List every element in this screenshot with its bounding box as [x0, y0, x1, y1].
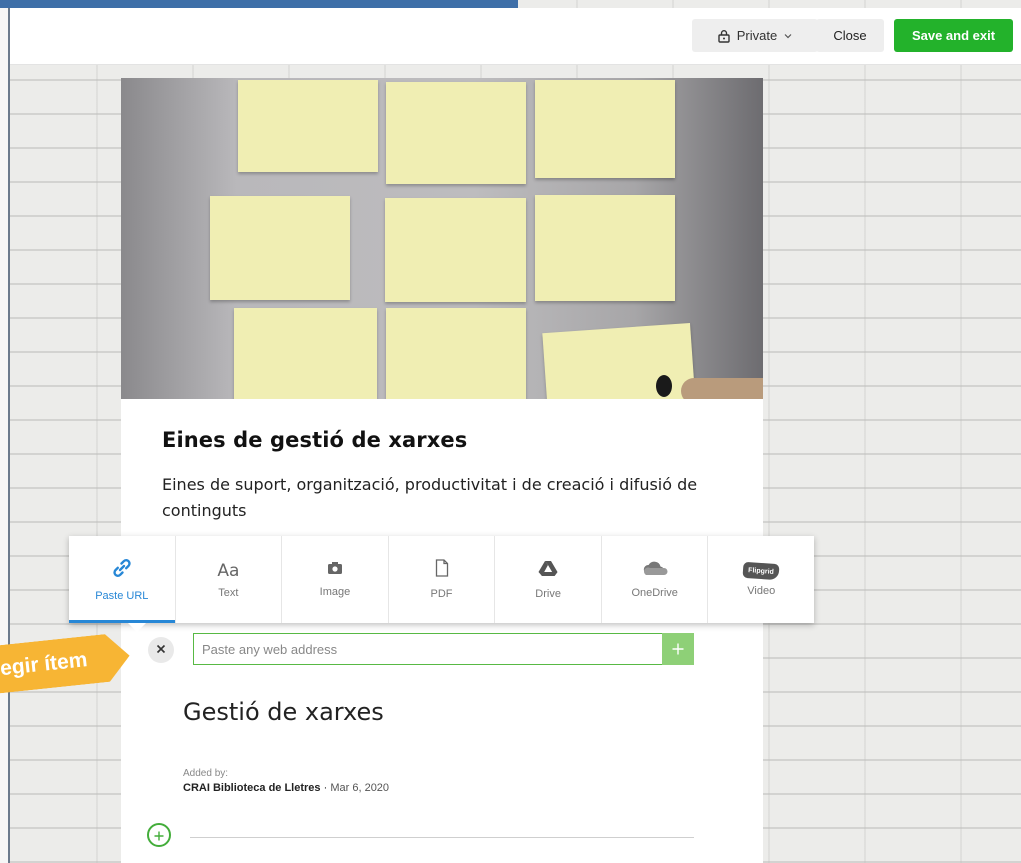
tool-image[interactable]: Image [282, 536, 389, 623]
collection-card: Eines de gestió de xarxes Eines de supor… [121, 78, 763, 863]
top-accent-bar [0, 0, 518, 8]
tool-pdf[interactable]: PDF [389, 536, 496, 623]
save-and-exit-button[interactable]: Save and exit [894, 19, 1013, 52]
flipgrid-icon: Flipgrid [742, 561, 780, 580]
close-button[interactable]: Close [816, 19, 884, 52]
camera-icon [327, 561, 343, 580]
section-title: Gestió de xarxes [183, 698, 384, 726]
section-divider [190, 837, 694, 838]
privacy-dropdown[interactable]: Private [692, 19, 818, 52]
chevron-down-icon [783, 31, 793, 41]
added-by-label: Added by: [183, 768, 229, 779]
editor-topbar: Private Close Save and exit [10, 8, 1021, 65]
add-url-button[interactable] [662, 633, 694, 665]
tool-video[interactable]: Flipgrid Video [708, 536, 814, 623]
onedrive-icon [642, 560, 668, 581]
lock-icon [717, 29, 731, 43]
tool-label: Video [747, 584, 776, 597]
privacy-label: Private [736, 28, 778, 43]
collection-title: Eines de gestió de xarxes [162, 428, 468, 452]
close-icon [156, 641, 166, 659]
tool-label: PDF [430, 588, 453, 600]
drive-icon [538, 560, 558, 582]
window-left-edge [0, 0, 10, 863]
add-item-button[interactable] [147, 823, 171, 847]
added-date: Mar 6, 2020 [330, 782, 390, 794]
cancel-add-button[interactable] [148, 637, 174, 663]
tool-text[interactable]: Aa Text [176, 536, 283, 623]
collection-description: Eines de suport, organització, productiv… [162, 475, 698, 520]
tool-label: Text [218, 586, 239, 599]
tool-paste-url[interactable]: Paste URL [69, 536, 176, 623]
meta-separator: · [323, 782, 328, 794]
cover-image-sticky-notes [121, 78, 763, 399]
plus-icon [154, 826, 164, 844]
tool-label: Paste URL [95, 590, 149, 602]
pdf-icon [435, 559, 449, 582]
added-by-info: CRAI Biblioteca de Lletres · Mar 6, 2020 [183, 782, 389, 794]
link-icon [111, 557, 133, 584]
author-name[interactable]: CRAI Biblioteca de Lletres [183, 782, 321, 794]
tool-drive[interactable]: Drive [495, 536, 602, 623]
text-icon: Aa [217, 560, 240, 581]
tool-onedrive[interactable]: OneDrive [602, 536, 709, 623]
add-content-toolbar: Paste URL Aa Text Image PDF Drive OneDri… [69, 536, 814, 623]
plus-icon [672, 638, 684, 661]
tool-label: OneDrive [631, 587, 678, 599]
tool-label: Image [319, 586, 351, 598]
tool-label: Drive [535, 587, 561, 600]
url-input[interactable] [193, 633, 663, 665]
toolbar-pointer [128, 623, 146, 632]
